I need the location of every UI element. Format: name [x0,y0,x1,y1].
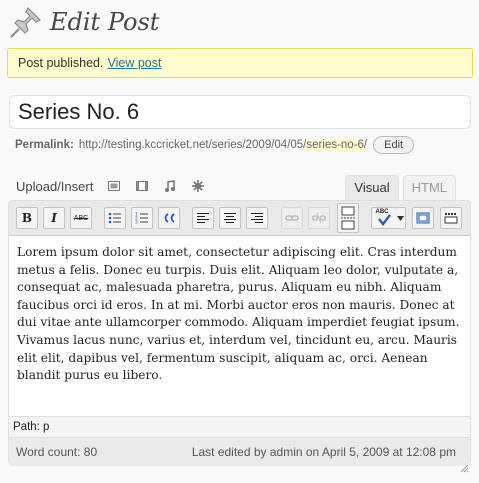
editor-status-bar: Word count: 80 Last edited by admin on A… [9,437,470,473]
numbered-list-button[interactable]: 123 [131,207,153,229]
word-count: Word count: 80 [16,445,98,459]
editor-path: Path: p [9,416,470,437]
align-left-button[interactable] [192,207,214,229]
page-header: Edit Post [8,4,159,40]
bold-label: B [21,211,33,225]
italic-label: I [51,211,57,225]
pushpin-icon [8,4,44,40]
tab-html[interactable]: HTML [402,175,456,200]
insert-link-button[interactable] [281,207,303,229]
spellcheck-button[interactable]: ABC [371,207,396,229]
kitchen-sink-button[interactable] [440,207,462,229]
spellcheck-dropdown[interactable] [395,207,406,229]
media-buttons: Upload/Insert [16,177,205,195]
resize-grip-icon[interactable] [459,455,469,473]
add-video-icon[interactable] [135,179,149,193]
blockquote-button[interactable] [158,207,180,229]
fullscreen-button[interactable] [412,207,434,229]
unlink-icon [312,212,326,224]
permalink-base: http://testing.kccricket.net/series/2009… [78,139,307,151]
permalink-slug: series-no-6 [306,139,364,151]
align-center-icon [223,212,237,224]
add-media-icon[interactable] [191,179,205,193]
permalink-label: Permalink: [15,139,74,151]
align-right-button[interactable] [246,207,268,229]
add-audio-icon[interactable] [163,179,177,193]
more-tag-icon [341,206,355,230]
blockquote-icon [162,212,176,224]
permalink-row: Permalink: http://testing.kccricket.net/… [15,136,415,154]
bold-button[interactable]: B [16,207,38,229]
publish-notice: Post published. View post [7,48,473,78]
numbered-list-icon: 123 [135,212,149,224]
bullet-list-button[interactable] [104,207,126,229]
permalink-end: / [363,139,368,151]
insert-more-button[interactable] [337,203,359,233]
chevron-down-icon [396,215,404,221]
align-center-button[interactable] [219,207,241,229]
bullet-list-icon [108,212,122,224]
unlink-button[interactable] [308,207,330,229]
post-editor: B I ABC 123 ABC Lorem ipsum dolor sit am… [8,200,471,473]
strike-label: ABC [73,214,89,222]
align-left-icon [196,212,210,224]
edit-permalink-button[interactable]: Edit [373,136,415,154]
tab-visual[interactable]: Visual [345,175,399,200]
last-edited: Last edited by admin on April 5, 2009 at… [191,445,456,459]
strikethrough-button[interactable]: ABC [70,207,92,229]
svg-text:3: 3 [135,220,138,225]
notice-message: Post published. [18,56,104,70]
upload-insert-label: Upload/Insert [16,178,94,194]
add-image-icon[interactable] [107,179,121,193]
editor-tabs: Visual HTML [341,175,456,200]
kitchen-sink-icon [444,212,458,224]
view-post-link[interactable]: View post [107,56,161,70]
editor-content[interactable]: Lorem ipsum dolor sit amet, consectetur … [9,236,470,416]
link-icon [285,212,299,224]
spellcheck-icon: ABC [376,209,392,226]
page-title: Edit Post [50,8,160,36]
editor-toolbar: B I ABC 123 ABC [9,201,470,236]
post-title-input[interactable]: Series No. 6 [9,95,471,129]
fullscreen-icon [416,212,430,224]
align-right-icon [250,212,264,224]
italic-button[interactable]: I [43,207,65,229]
